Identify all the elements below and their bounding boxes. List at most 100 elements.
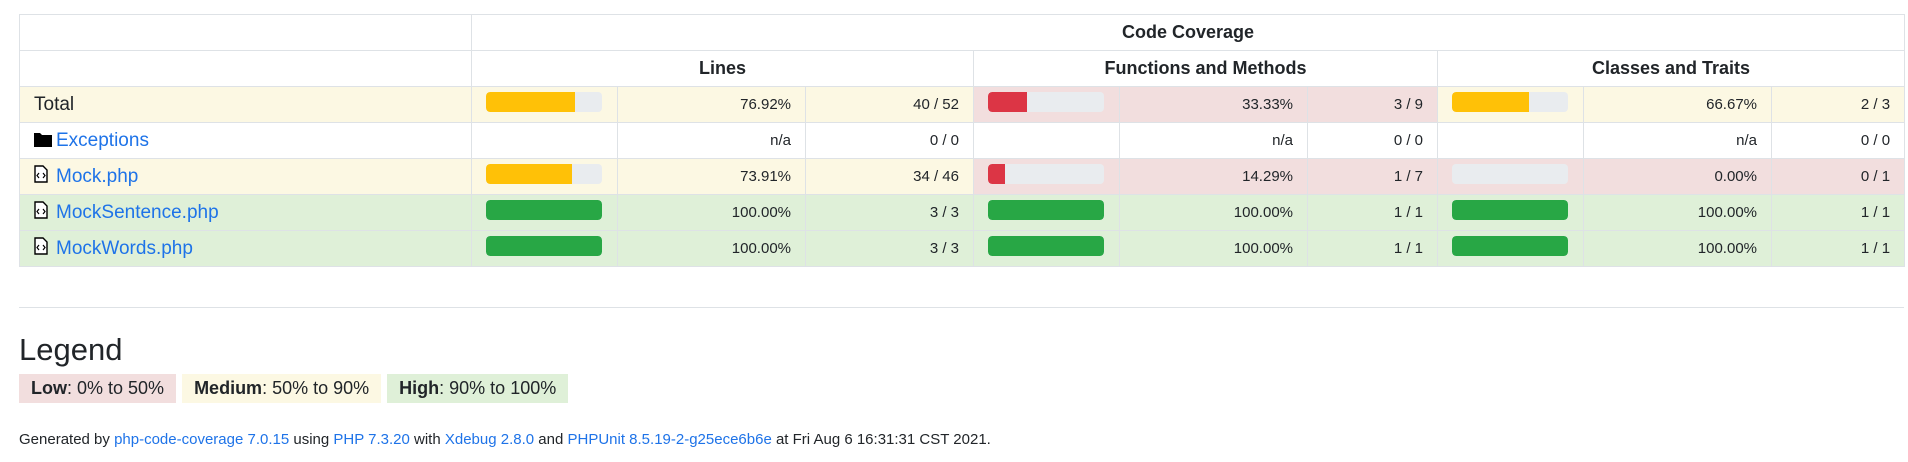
lines-percent: 100.00%: [617, 230, 806, 267]
lines-percent: n/a: [617, 122, 806, 159]
progress-bar: [1452, 235, 1568, 256]
row-name-cell: Exceptions: [19, 122, 472, 159]
header-classes: Classes and Traits: [1436, 50, 1906, 87]
lines-bar-cell: [471, 230, 618, 267]
classes-ratio: 0 / 0: [1770, 122, 1906, 159]
lines-percent: 100.00%: [617, 194, 806, 231]
lines-ratio: 34 / 46: [805, 158, 974, 195]
funcs-percent: 33.33%: [1119, 86, 1308, 123]
funcs-percent: 100.00%: [1119, 194, 1308, 231]
funcs-ratio: 1 / 1: [1307, 230, 1438, 267]
progress-bar: [486, 91, 602, 112]
funcs-bar-cell: [973, 158, 1120, 195]
row-name-cell: MockSentence.php: [19, 194, 472, 231]
progress-bar: [988, 235, 1104, 256]
classes-bar-cell: [1437, 158, 1584, 195]
code-file-icon: [34, 237, 52, 255]
row-link[interactable]: MockSentence.php: [56, 202, 219, 223]
funcs-ratio: 3 / 9: [1307, 86, 1438, 123]
progress-bar: [1452, 199, 1568, 220]
progress-fill: [486, 91, 576, 112]
funcs-percent: 100.00%: [1119, 230, 1308, 267]
header-lines: Lines: [471, 50, 974, 87]
classes-ratio: 2 / 3: [1770, 86, 1906, 123]
funcs-bar-cell: [973, 230, 1120, 267]
funcs-ratio: 1 / 7: [1307, 158, 1438, 195]
header-blank: [19, 14, 472, 51]
lines-bar-cell: [471, 86, 618, 123]
php-code-coverage-link[interactable]: php-code-coverage 7.0.15: [114, 431, 289, 448]
classes-percent: 100.00%: [1583, 194, 1772, 231]
legend-high-label: High: [399, 378, 440, 398]
progress-bar: [988, 163, 1104, 184]
classes-ratio: 1 / 1: [1770, 194, 1906, 231]
classes-bar-cell: [1437, 194, 1584, 231]
progress-bar: [988, 199, 1104, 220]
progress-fill: [988, 235, 1104, 256]
funcs-bar-cell: [973, 194, 1120, 231]
funcs-bar-cell: [973, 86, 1120, 123]
divider: [19, 307, 1904, 308]
legend-medium-label: Medium: [194, 378, 263, 398]
lines-ratio: 3 / 3: [805, 194, 974, 231]
legend-low-range: : 0% to 50%: [67, 378, 165, 398]
legend: Low: 0% to 50% Medium: 50% to 90% High: 90…: [19, 374, 1889, 403]
legend-low: Low: 0% to 50%: [19, 374, 177, 403]
table-row: Mock.php 73.91% 34 / 46 14.29% 1 / 7 0.00% 0 /…: [19, 158, 1906, 195]
table-row: Total 76.92% 40 / 52 33.33% 3 / 9 66.67% 2 / 3: [19, 86, 1906, 123]
classes-percent: 0.00%: [1583, 158, 1772, 195]
funcs-percent: 14.29%: [1119, 158, 1308, 195]
footer-text: Generated by: [19, 431, 115, 448]
lines-bar-cell: [471, 194, 618, 231]
code-file-icon: [34, 165, 52, 183]
legend-high-range: : 90% to 100%: [439, 378, 557, 398]
lines-percent: 76.92%: [617, 86, 806, 123]
classes-ratio: 1 / 1: [1770, 230, 1906, 267]
classes-percent: n/a: [1583, 122, 1772, 159]
code-file-icon: [34, 201, 52, 219]
progress-bar: [1452, 163, 1568, 184]
coverage-table: Code Coverage Lines Functions and Method…: [19, 14, 1906, 267]
row-name-cell: Mock.php: [19, 158, 472, 195]
progress-bar: [988, 91, 1104, 112]
progress-bar: [486, 199, 602, 220]
progress-fill: [486, 199, 602, 220]
lines-percent: 73.91%: [617, 158, 806, 195]
row-link[interactable]: Exceptions: [56, 130, 149, 151]
funcs-ratio: 1 / 1: [1307, 194, 1438, 231]
header-blank-2: [19, 50, 472, 87]
progress-fill: [1452, 91, 1530, 112]
progress-fill: [486, 235, 602, 256]
progress-bar: [1452, 91, 1568, 112]
classes-percent: 66.67%: [1583, 86, 1772, 123]
table-row: MockSentence.php 100.00% 3 / 3 100.00% 1 / 1…: [19, 194, 1906, 231]
funcs-percent: n/a: [1119, 122, 1308, 159]
row-link[interactable]: MockWords.php: [56, 238, 193, 259]
footer-text: and: [534, 431, 568, 448]
table-row: Exceptions n/a 0 / 0 n/a 0 / 0 n/a 0 / 0: [19, 122, 1906, 159]
row-link[interactable]: Mock.php: [56, 166, 138, 187]
classes-bar-cell: [1437, 230, 1584, 267]
folder-icon: [34, 131, 52, 149]
classes-percent: 100.00%: [1583, 230, 1772, 267]
lines-bar-cell: [471, 122, 618, 159]
legend-medium: Medium: 50% to 90%: [182, 374, 382, 403]
lines-bar-cell: [471, 158, 618, 195]
progress-fill: [1452, 235, 1568, 256]
progress-fill: [988, 163, 1005, 184]
row-name-cell: Total: [19, 86, 472, 123]
php-link[interactable]: PHP 7.3.20: [333, 431, 409, 448]
header-code-coverage: Code Coverage: [470, 14, 1906, 51]
classes-bar-cell: [1437, 86, 1584, 123]
progress-bar: [486, 163, 602, 184]
footer-text: using: [289, 431, 334, 448]
phpunit-link[interactable]: PHPUnit 8.5.19-2-g25ece6b6e: [567, 431, 771, 448]
legend-high: High: 90% to 100%: [387, 374, 569, 403]
footer-text: with: [409, 431, 445, 448]
progress-bar: [486, 235, 602, 256]
progress-fill: [1452, 199, 1568, 220]
progress-fill: [486, 163, 572, 184]
footer: Generated by php-code-coverage 7.0.15 us…: [19, 431, 1889, 448]
header-functions: Functions and Methods: [973, 50, 1438, 87]
xdebug-link[interactable]: Xdebug 2.8.0: [445, 431, 534, 448]
